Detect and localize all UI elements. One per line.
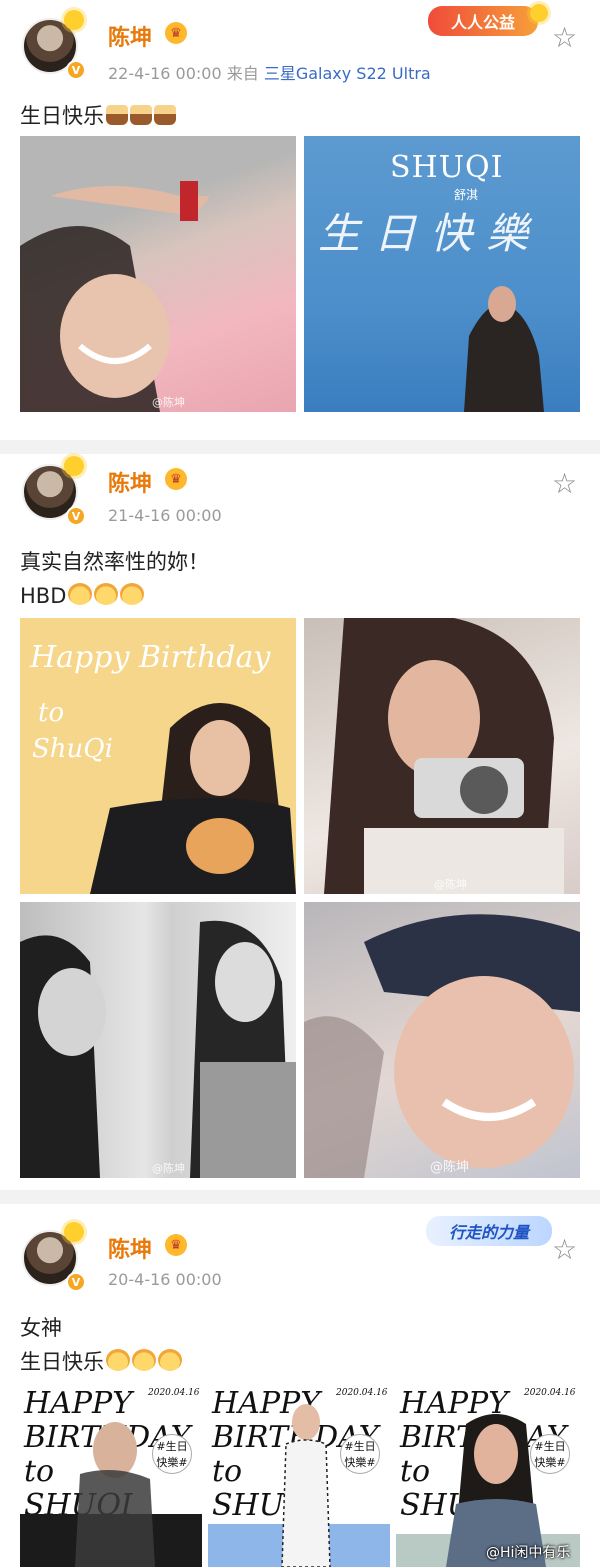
post-3: V 陈坤 ♛ 20-4-16 00:00 行走的力量 ☆ 女神 生日快乐 HAP… bbox=[0, 1204, 600, 1567]
sun-decoration-icon bbox=[64, 456, 84, 476]
crown-icon: ♛ bbox=[165, 22, 187, 44]
post-text-line-1: 真实自然率性的妳！ bbox=[20, 550, 209, 574]
username[interactable]: 陈坤 bbox=[108, 20, 152, 52]
username[interactable]: 陈坤 bbox=[108, 466, 152, 498]
post-text-content: 生日快乐 bbox=[20, 104, 104, 128]
post-text-content: HBD bbox=[20, 584, 67, 608]
timestamp-source: 22-4-16 00:00 来自 bbox=[108, 64, 259, 83]
photo-placeholder bbox=[324, 618, 564, 894]
sun-decoration-icon bbox=[64, 10, 84, 30]
cake-emoji-icon bbox=[130, 105, 152, 125]
crown-icon: ♛ bbox=[165, 1234, 187, 1256]
post-text-line-2: HBD bbox=[20, 580, 145, 612]
post-text: 生日快乐 bbox=[20, 100, 176, 132]
cake-emoji-icon bbox=[106, 105, 128, 125]
image-watermark: @陈坤 bbox=[434, 878, 467, 891]
favorite-star-icon[interactable]: ☆ bbox=[552, 470, 577, 498]
photo-placeholder bbox=[304, 914, 580, 1178]
post-image[interactable]: Happy Birthday to ShuQi bbox=[20, 618, 296, 894]
cake-emoji-icon bbox=[132, 1349, 156, 1371]
post-2: V 陈坤 ♛ 21-4-16 00:00 ☆ 真实自然率性的妳！ HBD Hap… bbox=[0, 454, 600, 1190]
photo-placeholder bbox=[20, 920, 296, 1178]
post-meta: 22-4-16 00:00 来自 三星Galaxy S22 Ultra bbox=[108, 60, 431, 84]
sun-decoration-icon bbox=[64, 1222, 84, 1242]
device-link[interactable]: 三星Galaxy S22 Ultra bbox=[264, 64, 431, 83]
photo-placeholder bbox=[20, 1422, 202, 1567]
cake-emoji-icon bbox=[154, 105, 176, 125]
post-separator bbox=[0, 1190, 600, 1204]
post-separator bbox=[0, 440, 600, 454]
verified-badge-icon: V bbox=[66, 1272, 86, 1292]
username[interactable]: 陈坤 bbox=[108, 1232, 152, 1264]
post-image[interactable]: HAPPY BIRTHDAY to SHUQI 2020.04.16 #生日快樂… bbox=[208, 1384, 390, 1567]
post-image[interactable]: HAPPY BIRTHDAY to SHUQI 2020.04.16 #生日快樂… bbox=[396, 1384, 580, 1567]
favorite-star-icon[interactable]: ☆ bbox=[552, 1236, 577, 1264]
post-image[interactable]: @陈坤 bbox=[20, 136, 296, 412]
photo-placeholder bbox=[396, 1414, 580, 1567]
verified-badge-icon: V bbox=[66, 60, 86, 80]
sun-decoration-icon bbox=[530, 4, 548, 22]
post-image[interactable]: @陈坤 bbox=[304, 902, 580, 1178]
post-image[interactable]: SHUQI 舒淇 生日快樂 bbox=[304, 136, 580, 412]
cake-emoji-icon bbox=[106, 1349, 130, 1371]
post-image[interactable]: @陈坤 bbox=[20, 902, 296, 1178]
photo-placeholder bbox=[20, 181, 210, 412]
verified-badge-icon: V bbox=[66, 506, 86, 526]
charity-badge[interactable]: 人人公益 bbox=[428, 6, 538, 36]
cake-emoji-icon bbox=[120, 583, 145, 605]
photo-placeholder bbox=[208, 1404, 390, 1567]
post-image[interactable]: HAPPY BIRTHDAY to SHUQI 2020.04.16 #生日快樂… bbox=[20, 1384, 202, 1567]
cake-emoji-icon bbox=[94, 583, 119, 605]
image-watermark: @陈坤 bbox=[430, 1160, 470, 1175]
post-text-line-1: 女神 bbox=[20, 1316, 62, 1340]
footer-watermark: @Hi闲中有乐 bbox=[486, 1545, 571, 1561]
cake-emoji-icon bbox=[158, 1349, 182, 1371]
post-text-line-2: 生日快乐 bbox=[20, 1346, 182, 1378]
post-1: V 陈坤 ♛ 22-4-16 00:00 来自 三星Galaxy S22 Ult… bbox=[0, 0, 600, 440]
image-watermark: @陈坤 bbox=[152, 1162, 185, 1175]
photo-placeholder bbox=[90, 703, 296, 894]
cake-emoji-icon bbox=[68, 583, 93, 605]
image-watermark: @陈坤 bbox=[152, 396, 185, 409]
timestamp: 20-4-16 00:00 bbox=[108, 1270, 222, 1289]
favorite-star-icon[interactable]: ☆ bbox=[552, 24, 577, 52]
campaign-badge[interactable]: 行走的力量 bbox=[426, 1216, 552, 1246]
post-text-content: 生日快乐 bbox=[20, 1350, 104, 1374]
post-image[interactable]: @陈坤 bbox=[304, 618, 580, 894]
crown-icon: ♛ bbox=[165, 468, 187, 490]
photo-placeholder bbox=[464, 286, 544, 412]
timestamp: 21-4-16 00:00 bbox=[108, 506, 222, 525]
